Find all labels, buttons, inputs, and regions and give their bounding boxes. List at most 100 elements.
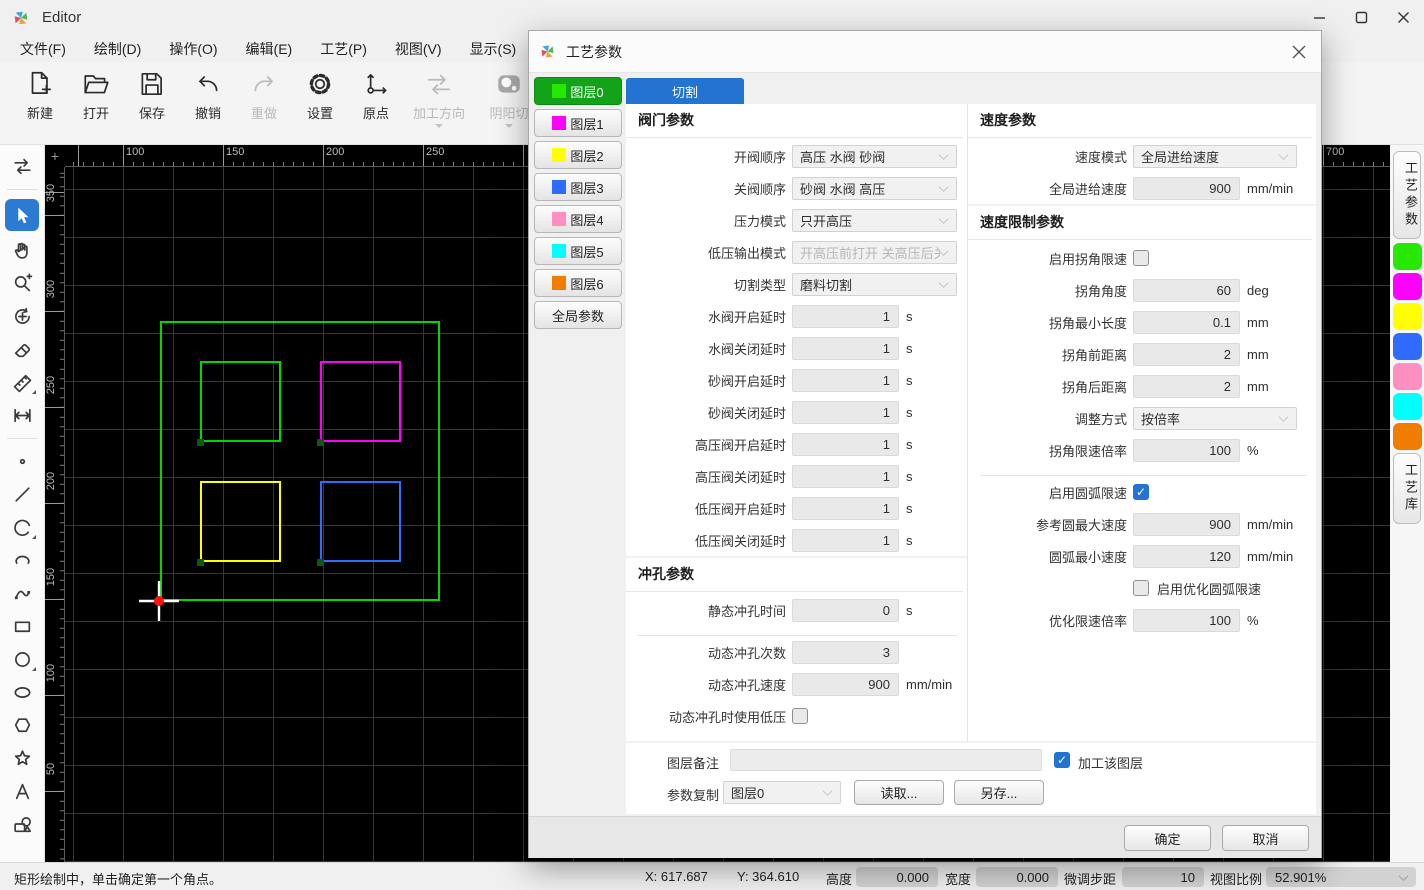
input-圆弧最小速度[interactable] (1133, 545, 1240, 568)
tool-line[interactable] (6, 481, 38, 508)
form-row: 水阀开启延时s (626, 300, 967, 332)
dropdown-调整方式[interactable]: 按倍率 (1133, 407, 1297, 430)
tool-eraser[interactable] (6, 336, 38, 363)
input-水阀开启延时[interactable] (792, 305, 899, 328)
input-拐角角度[interactable] (1133, 279, 1240, 302)
tool-ellipse[interactable] (6, 679, 38, 706)
layer-remark-input[interactable] (730, 749, 1042, 771)
menu-item[interactable]: 编辑(E) (232, 36, 307, 62)
layer-color-swatch-3[interactable] (1393, 333, 1422, 360)
input-参考圆最大速度[interactable] (1133, 513, 1240, 536)
dropdown-关阀顺序[interactable]: 砂阀 水阀 高压 (792, 177, 957, 200)
layer-button-图层4[interactable]: 图层4 (534, 205, 622, 233)
toolbar-button-原点[interactable]: 原点 (350, 62, 402, 144)
input-拐角前距离[interactable] (1133, 343, 1240, 366)
input-高压阀关闭延时[interactable] (792, 465, 899, 488)
tool-bezier-curve[interactable] (6, 580, 38, 607)
input-拐角限速倍率[interactable] (1133, 439, 1240, 462)
input-低压阀开启延时[interactable] (792, 497, 899, 520)
cancel-button[interactable]: 取消 (1222, 825, 1309, 851)
toolbar-button-新建[interactable]: 新建 (14, 62, 66, 144)
checkbox-动态冲孔时使用低压[interactable] (792, 708, 808, 724)
view-scale-dropdown[interactable]: 52.901% (1266, 867, 1416, 887)
tool-select-cursor[interactable] (5, 199, 39, 231)
layer-color-swatch-0[interactable] (1393, 243, 1422, 270)
tab-cut[interactable]: 切割 (626, 78, 744, 104)
input-砂阀开启延时[interactable] (792, 369, 899, 392)
menu-item[interactable]: 文件(F) (6, 36, 80, 62)
process-library-panel-button[interactable]: 工艺库 (1393, 453, 1421, 524)
input-水阀关闭延时[interactable] (792, 337, 899, 360)
input-全局进给速度[interactable] (1133, 177, 1240, 200)
input-拐角最小长度[interactable] (1133, 311, 1240, 334)
layer-button-图层2[interactable]: 图层2 (534, 141, 622, 169)
input-优化限速倍率[interactable] (1133, 609, 1240, 632)
dropdown-压力模式[interactable]: 只开高压 (792, 209, 957, 232)
layer-button-图层0[interactable]: 图层0 (534, 77, 622, 105)
tool-ruler[interactable] (6, 369, 38, 396)
tool-pan-hand[interactable] (6, 237, 38, 264)
tool-center-view[interactable] (6, 303, 38, 330)
layer-button-图层5[interactable]: 图层5 (534, 237, 622, 265)
toolbar-button-打开[interactable]: 打开 (70, 62, 122, 144)
tool-arc[interactable] (6, 514, 38, 541)
process-params-panel-button[interactable]: 工艺参数 (1393, 151, 1421, 239)
menu-item[interactable]: 操作(O) (155, 36, 231, 62)
dropdown-速度模式[interactable]: 全局进给速度 (1133, 145, 1297, 168)
input-砂阀关闭延时[interactable] (792, 401, 899, 424)
process-this-layer-checkbox[interactable] (1054, 752, 1070, 768)
read-button[interactable]: 读取... (854, 780, 944, 805)
input-动态冲孔速度[interactable] (792, 673, 899, 696)
layer-button-图层1[interactable]: 图层1 (534, 109, 622, 137)
layer-button-图层6[interactable]: 图层6 (534, 269, 622, 297)
layer-button-全局参数[interactable]: 全局参数 (534, 301, 622, 329)
input-动态冲孔次数[interactable] (792, 641, 899, 664)
checkbox-启用圆弧限速[interactable] (1133, 484, 1149, 500)
layer-color-swatch-6[interactable] (1393, 423, 1422, 450)
chevron-down-icon (823, 786, 833, 796)
tool-swap-arrows[interactable] (6, 153, 38, 180)
nudge-step-field[interactable]: 10 (1122, 867, 1204, 887)
tool-text[interactable] (6, 778, 38, 805)
maximize-button[interactable] (1340, 0, 1382, 35)
tool-shape-group[interactable] (6, 811, 38, 838)
ok-button[interactable]: 确定 (1124, 825, 1211, 851)
checkbox-启用优化圆弧限速[interactable] (1133, 580, 1149, 596)
param-copy-dropdown[interactable]: 图层0 (723, 781, 841, 804)
form-row: 高压阀关闭延时s (626, 460, 967, 492)
input-低压阀关闭延时[interactable] (792, 529, 899, 552)
dialog-titlebar: 工艺参数 (529, 31, 1321, 73)
menu-item[interactable]: 绘制(D) (80, 36, 155, 62)
height-field[interactable]: 0.000 (856, 867, 938, 887)
tool-circle[interactable] (6, 646, 38, 673)
checkbox-启用拐角限速[interactable] (1133, 250, 1149, 266)
tool-measure-distance[interactable] (6, 402, 38, 429)
input-高压阀开启延时[interactable] (792, 433, 899, 456)
tool-point[interactable] (6, 448, 38, 475)
dropdown-开阀顺序[interactable]: 高压 水阀 砂阀 (792, 145, 957, 168)
width-field[interactable]: 0.000 (976, 867, 1058, 887)
dropdown-切割类型[interactable]: 磨料切割 (792, 273, 957, 296)
toolbar-button-撤销[interactable]: 撤销 (182, 62, 234, 144)
tool-zoom-magnifier[interactable] (6, 270, 38, 297)
input-拐角后距离[interactable] (1133, 375, 1240, 398)
menu-item[interactable]: 工艺(P) (306, 36, 381, 62)
dialog-close-button[interactable] (1283, 36, 1315, 68)
menu-item[interactable]: 显示(S) (456, 36, 531, 62)
toolbar-button-设置[interactable]: 设置 (294, 62, 346, 144)
layer-button-图层3[interactable]: 图层3 (534, 173, 622, 201)
tool-star[interactable] (6, 745, 38, 772)
layer-color-swatch-1[interactable] (1393, 273, 1422, 300)
tool-rectangle[interactable] (6, 613, 38, 640)
tool-polygon[interactable] (6, 712, 38, 739)
close-button[interactable] (1382, 0, 1424, 35)
field-label: 高压阀开启延时 (626, 435, 786, 454)
layer-color-swatch-2[interactable] (1393, 303, 1422, 330)
toolbar-button-保存[interactable]: 保存 (126, 62, 178, 144)
tool-arc-open[interactable] (6, 547, 38, 574)
layer-color-swatch-5[interactable] (1393, 393, 1422, 420)
save-as-button[interactable]: 另存... (954, 780, 1044, 805)
menu-item[interactable]: 视图(V) (381, 36, 456, 62)
layer-color-swatch-4[interactable] (1393, 363, 1422, 390)
input-静态冲孔时间[interactable] (792, 599, 899, 622)
